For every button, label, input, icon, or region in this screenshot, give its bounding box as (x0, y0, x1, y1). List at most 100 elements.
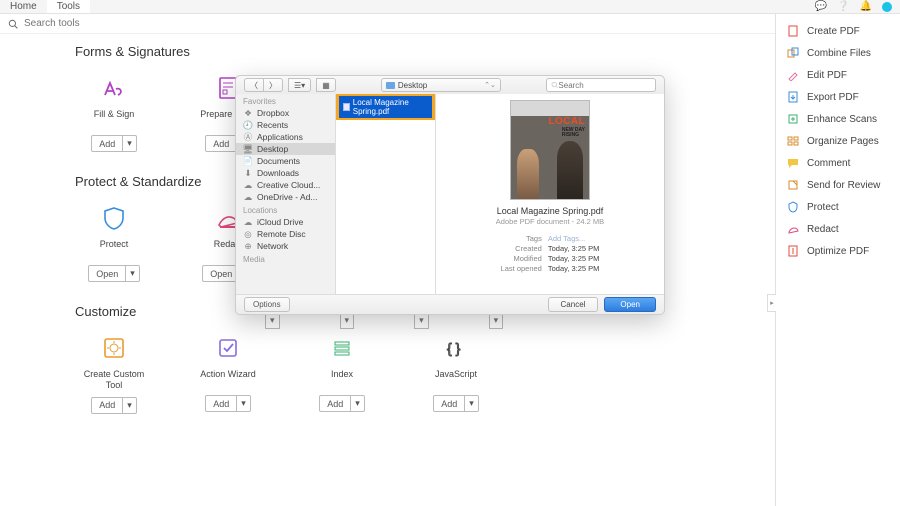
add-button[interactable]: Add (319, 395, 351, 412)
javascript-icon: { } (443, 335, 469, 361)
optimize-icon (786, 244, 800, 258)
sb-recents[interactable]: 🕘Recents (236, 119, 335, 131)
tool-create-custom[interactable]: Create Custom Tool Add▾ (75, 333, 153, 414)
wizard-icon (215, 335, 241, 361)
location-dropdown[interactable]: Desktop⌃⌄ (381, 78, 501, 92)
rp-comment[interactable]: Comment (776, 152, 900, 174)
view-columns[interactable]: ☰▾ (288, 78, 311, 92)
sb-downloads[interactable]: ⬇Downloads (236, 167, 335, 179)
combine-icon (786, 46, 800, 60)
chat-icon[interactable]: 💬 (815, 1, 827, 12)
comment-icon (786, 156, 800, 170)
custom-tool-icon (101, 335, 127, 361)
sb-network[interactable]: ⊕Network (236, 240, 335, 252)
open-button[interactable]: Open (88, 265, 126, 282)
tab-home[interactable]: Home (0, 0, 47, 13)
dropdown-button[interactable]: ▾ (465, 395, 479, 412)
dropdown-button[interactable]: ▾ (123, 135, 137, 152)
redact2-icon (786, 222, 800, 236)
avatar[interactable] (882, 2, 892, 12)
search-icon (8, 19, 18, 29)
search-input[interactable] (24, 18, 224, 29)
apps-icon: Ⓐ (243, 132, 253, 142)
collapse-handle[interactable]: ▸ (767, 294, 776, 312)
disc-icon: ◎ (243, 229, 253, 239)
downloads-icon: ⬇ (243, 168, 253, 178)
preview-kind: Adobe PDF document - 24.2 MB (496, 217, 604, 226)
sb-icloud[interactable]: ☁iCloud Drive (236, 216, 335, 228)
open-button[interactable]: Open (604, 297, 656, 312)
rp-enhance[interactable]: Enhance Scans (776, 108, 900, 130)
shield-icon (101, 205, 127, 231)
rp-combine[interactable]: Combine Files (776, 42, 900, 64)
right-panel: ▸ Create PDF Combine Files Edit PDF Expo… (775, 14, 900, 506)
add-button[interactable]: Add (91, 135, 123, 152)
file-thumbnail: LOCAL NEW DAYRISING (510, 100, 590, 200)
add-button[interactable]: Add (205, 395, 237, 412)
locations-header: Locations (236, 203, 335, 216)
nav-back[interactable]: 〈 (244, 78, 264, 92)
view-grid[interactable]: ▦ (316, 78, 336, 92)
protect-icon (786, 200, 800, 214)
documents-icon: 📄 (243, 156, 253, 166)
sb-documents[interactable]: 📄Documents (236, 155, 335, 167)
search-icon (551, 81, 558, 89)
options-button[interactable]: Options (244, 297, 290, 312)
svg-text:{ }: { } (447, 340, 461, 356)
add-button[interactable]: Add (91, 397, 123, 414)
tool-protect[interactable]: Protect Open▾ (75, 203, 153, 282)
rp-redact[interactable]: Redact (776, 218, 900, 240)
dropdown-button[interactable]: ▾ (123, 397, 137, 414)
sb-dropbox[interactable]: ❖Dropbox (236, 107, 335, 119)
rp-export[interactable]: Export PDF (776, 86, 900, 108)
tool-javascript[interactable]: { } JavaScript Add▾ (417, 333, 495, 414)
tool-fill-sign[interactable]: Fill & Sign Add▾ (75, 73, 153, 152)
cloud-icon: ☁ (243, 192, 253, 202)
rp-protect[interactable]: Protect (776, 196, 900, 218)
dialog-sidebar: Favorites ❖Dropbox 🕘Recents ⒶApplication… (236, 94, 336, 294)
tab-tools[interactable]: Tools (47, 0, 90, 13)
rp-review[interactable]: Send for Review (776, 174, 900, 196)
bell-icon[interactable]: 🔔 (860, 1, 872, 12)
file-column: Local Magazine Spring.pdf (336, 94, 436, 294)
clock-icon: 🕘 (243, 120, 253, 130)
tool-action-wizard[interactable]: Action Wizard Add▾ (189, 333, 267, 414)
file-selected[interactable]: Local Magazine Spring.pdf (336, 94, 435, 120)
cloud-icon: ☁ (243, 180, 253, 190)
desktop-icon: 🖥 (243, 144, 253, 154)
cancel-button[interactable]: Cancel (548, 297, 599, 312)
add-button[interactable]: Add (433, 395, 465, 412)
sb-apps[interactable]: ⒶApplications (236, 131, 335, 143)
section-title: Forms & Signatures (75, 44, 750, 59)
sb-desktop[interactable]: 🖥Desktop (236, 143, 335, 155)
sb-cc[interactable]: ☁Creative Cloud... (236, 179, 335, 191)
add-button[interactable]: Add (205, 135, 237, 152)
favorites-header: Favorites (236, 94, 335, 107)
help-icon[interactable]: ❔ (837, 1, 849, 12)
organize-icon (786, 134, 800, 148)
pdf-file-icon (343, 103, 350, 111)
review-icon (786, 178, 800, 192)
cloud-icon: ☁ (243, 217, 253, 227)
nav-fwd[interactable]: 〉 (264, 78, 283, 92)
rp-create-pdf[interactable]: Create PDF (776, 20, 900, 42)
rp-optimize[interactable]: Optimize PDF (776, 240, 900, 262)
dropdown-button[interactable]: ▾ (126, 265, 140, 282)
file-open-dialog: 〈〉 ☰▾ ▦ Desktop⌃⌄ Favorites ❖Dropbox 🕘Re… (235, 75, 665, 315)
rp-organize[interactable]: Organize Pages (776, 130, 900, 152)
preview-pane: LOCAL NEW DAYRISING Local Magazine Sprin… (436, 94, 664, 294)
tool-index[interactable]: Index Add▾ (303, 333, 381, 414)
dropdown-button[interactable]: ▾ (351, 395, 365, 412)
enhance-icon (786, 112, 800, 126)
sb-onedrive[interactable]: ☁OneDrive - Ad... (236, 191, 335, 203)
edit-icon (786, 68, 800, 82)
folder-icon (386, 82, 395, 89)
media-header: Media (236, 252, 335, 265)
dialog-search[interactable] (546, 78, 656, 92)
dropdown-button[interactable]: ▾ (237, 395, 251, 412)
sb-remote[interactable]: ◎Remote Disc (236, 228, 335, 240)
rp-edit[interactable]: Edit PDF (776, 64, 900, 86)
export-icon (786, 90, 800, 104)
add-tags[interactable]: Add Tags... (548, 234, 600, 243)
create-pdf-icon (786, 24, 800, 38)
